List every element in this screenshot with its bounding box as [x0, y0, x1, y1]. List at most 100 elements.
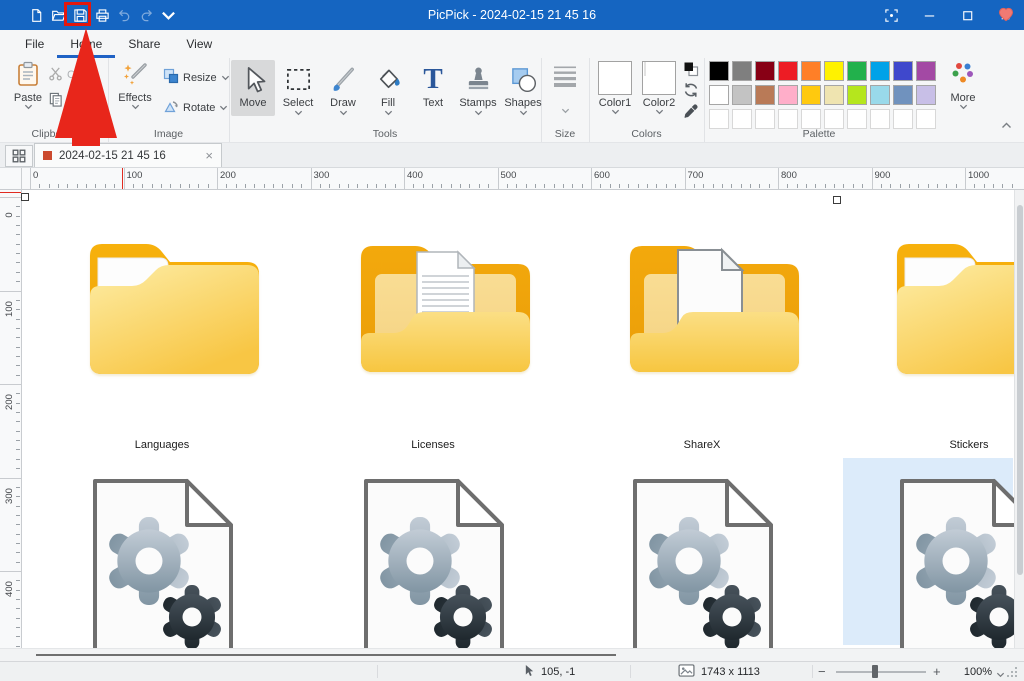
vertical-scrollbar[interactable] [1014, 190, 1024, 648]
group-image: Effects Resize Rotate Image [108, 58, 230, 142]
cursor-position-icon [524, 664, 535, 680]
effects-label: Effects [118, 92, 151, 104]
paste-button[interactable]: Paste [8, 61, 48, 110]
palette-swatch[interactable] [870, 61, 890, 81]
tab-close-icon[interactable]: × [205, 149, 213, 162]
more-colors-button[interactable]: More [942, 61, 984, 110]
palette-swatch[interactable] [801, 61, 821, 81]
palette-swatch[interactable] [732, 85, 752, 105]
move-icon [239, 62, 268, 96]
resize-handle[interactable] [833, 196, 841, 204]
resize-handle[interactable] [21, 193, 29, 201]
zoom-slider[interactable] [836, 671, 926, 673]
tab-share[interactable]: Share [115, 30, 173, 58]
palette-swatch-empty[interactable] [778, 109, 798, 129]
vertical-scrollbar-thumb[interactable] [1017, 205, 1023, 575]
palette-swatch-empty[interactable] [824, 109, 844, 129]
palette-swatch[interactable] [778, 61, 798, 81]
tool-text-button[interactable]: TText [411, 60, 455, 116]
folder-open-blank-doc-icon[interactable] [598, 224, 807, 396]
palette-swatch-empty[interactable] [847, 109, 867, 129]
palette-swatch[interactable] [893, 85, 913, 105]
caret-down-icon[interactable] [160, 7, 176, 23]
tool-select-button[interactable]: Select [276, 60, 320, 116]
zoom-level[interactable]: 100% [952, 662, 992, 681]
zoom-slider-thumb[interactable] [872, 665, 878, 678]
redo-icon[interactable] [138, 7, 154, 23]
heart-icon[interactable] [998, 7, 1014, 25]
reset-colors-icon[interactable] [683, 82, 699, 98]
undo-icon[interactable] [116, 7, 132, 23]
tab-view[interactable]: View [173, 30, 225, 58]
gear-file-icon[interactable] [892, 477, 1014, 648]
folder-label: Languages [82, 439, 242, 451]
select-icon [284, 62, 313, 96]
canvas[interactable]: LanguagesLicensesShareXStickers [22, 190, 1014, 648]
palette-swatch[interactable] [755, 61, 775, 81]
palette-swatch[interactable] [893, 61, 913, 81]
new-file-icon[interactable] [28, 7, 44, 23]
ruler-cursor-marker [0, 192, 21, 193]
folder-closed-icon[interactable] [865, 224, 1014, 396]
color1-button[interactable]: Color1 [595, 61, 635, 115]
palette-swatch-empty[interactable] [870, 109, 890, 129]
ruler-horizontal: 01002003004005006007008009001000 [0, 168, 1024, 190]
tool-fill-button[interactable]: Fill [366, 60, 410, 116]
gear-file-icon[interactable] [356, 477, 511, 648]
palette-swatch-empty[interactable] [893, 109, 913, 129]
minimize-button[interactable] [910, 0, 948, 30]
gear-file-icon[interactable] [85, 477, 240, 648]
tool-shapes-button[interactable]: Shapes [501, 60, 545, 116]
tab-grid-button[interactable] [5, 145, 33, 167]
resize-button[interactable]: Resize [163, 68, 230, 87]
group-colors: Color1 Color2 Colors [589, 58, 705, 142]
palette-swatch[interactable] [824, 61, 844, 81]
rotate-button[interactable]: Rotate [163, 98, 228, 117]
palette-swatch-empty[interactable] [755, 109, 775, 129]
folder-open-lined-doc-icon[interactable] [329, 224, 538, 396]
eyedropper-icon[interactable] [683, 103, 699, 119]
palette-swatch[interactable] [709, 61, 729, 81]
color2-button[interactable]: Color2 [639, 61, 679, 115]
horizontal-scrollbar-thumb[interactable] [36, 654, 616, 656]
effects-icon [122, 61, 148, 90]
capture-button[interactable] [872, 0, 910, 30]
zoom-caret-icon[interactable] [996, 669, 1005, 681]
palette-swatch[interactable] [755, 85, 775, 105]
horizontal-scrollbar[interactable] [0, 648, 1024, 661]
palette-swatch[interactable] [709, 85, 729, 105]
swap-colors-icon[interactable] [683, 61, 699, 77]
palette-swatch-empty[interactable] [732, 109, 752, 129]
palette-swatch[interactable] [824, 85, 844, 105]
tool-move-button[interactable]: Move [231, 60, 275, 116]
collapse-ribbon-icon[interactable] [1001, 120, 1012, 132]
palette-swatch[interactable] [916, 85, 936, 105]
tool-stamps-button[interactable]: Stamps [456, 60, 500, 116]
palette-swatch[interactable] [847, 85, 867, 105]
tool-label: Shapes [504, 97, 541, 109]
palette-group-label: Palette [704, 128, 934, 140]
palette-swatch[interactable] [778, 85, 798, 105]
resize-grip[interactable] [1006, 666, 1018, 681]
palette-swatch[interactable] [870, 85, 890, 105]
size-button[interactable] [545, 63, 585, 114]
palette-swatch-empty[interactable] [916, 109, 936, 129]
print-icon[interactable] [94, 7, 110, 23]
gear-file-icon[interactable] [625, 477, 780, 648]
tab-dirty-icon [43, 151, 52, 160]
palette-swatch-empty[interactable] [709, 109, 729, 129]
maximize-button[interactable] [948, 0, 986, 30]
palette-swatch[interactable] [732, 61, 752, 81]
palette-swatch[interactable] [916, 61, 936, 81]
ribbon: Paste Cut Copy Clipboard Effects Resize [0, 58, 1024, 143]
rotate-icon [163, 98, 179, 117]
tool-draw-button[interactable]: Draw [321, 60, 365, 116]
palette-swatch-empty[interactable] [801, 109, 821, 129]
ribbon-tab-row: FileHomeShareView [0, 30, 1024, 58]
palette-swatch[interactable] [801, 85, 821, 105]
annotation-highlight-box [64, 2, 91, 26]
zoom-out-button[interactable]: − [818, 662, 826, 681]
folder-closed-icon[interactable] [58, 224, 267, 396]
palette-swatch[interactable] [847, 61, 867, 81]
zoom-in-button[interactable]: + [933, 662, 941, 681]
